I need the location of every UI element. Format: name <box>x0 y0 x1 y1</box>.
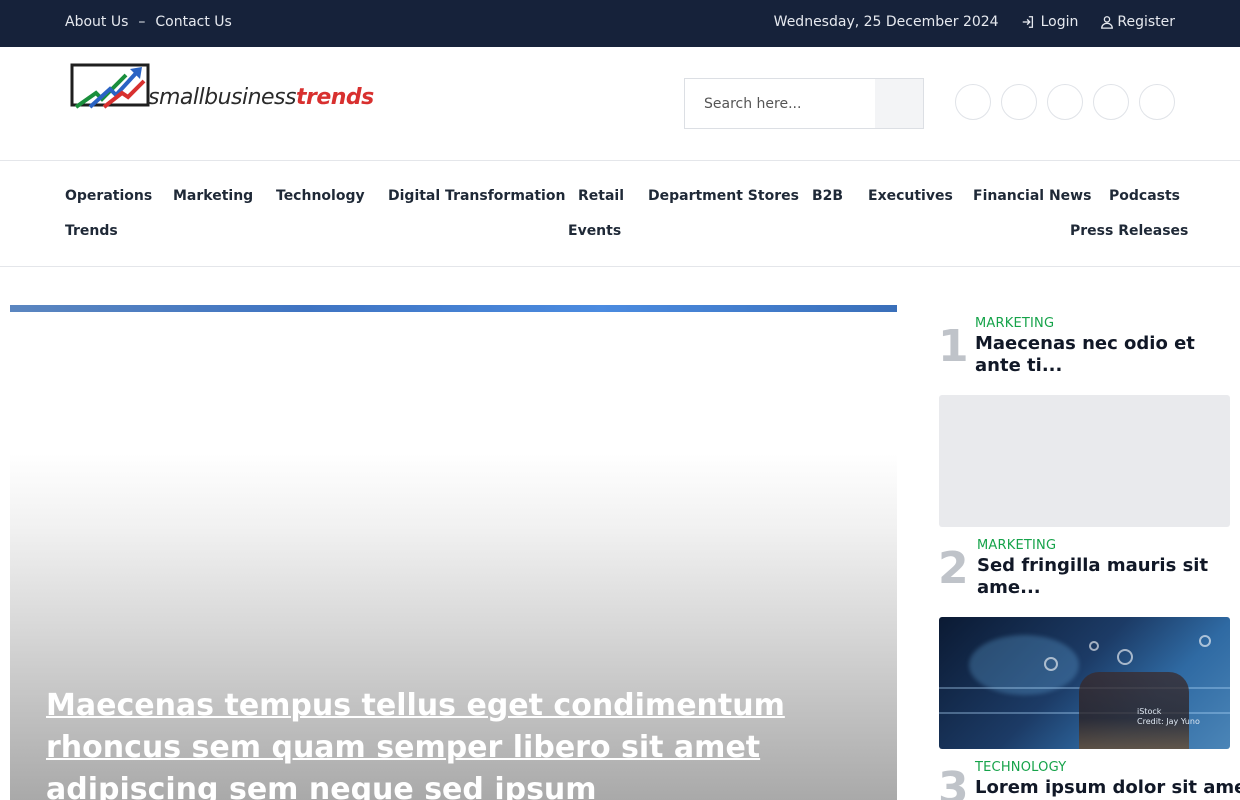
contact-us-link[interactable]: Contact Us <box>155 14 231 30</box>
youtube-icon[interactable] <box>1139 84 1175 120</box>
trending-title[interactable]: Sed fringilla mauris sit ame... <box>977 555 1230 599</box>
nav-item-technology[interactable]: Technology <box>276 188 365 204</box>
trending-category[interactable]: MARKETING <box>975 316 1054 331</box>
top-links: About Us – Contact Us <box>65 14 232 30</box>
trending-thumbnail[interactable]: iStock Credit: Jay Yuno <box>939 617 1230 749</box>
hero-article[interactable]: Maecenas tempus tellus eget condimentum … <box>10 305 897 800</box>
search-icon <box>892 96 907 112</box>
trending-item[interactable]: 2 MARKETING Sed fringilla mauris sit ame… <box>938 538 1230 610</box>
trending-title[interactable]: Lorem ipsum dolor sit amet <box>975 777 1240 799</box>
current-date: Wednesday, 25 December 2024 <box>773 14 999 30</box>
twitter-icon[interactable] <box>1001 84 1037 120</box>
trending-title[interactable]: Maecenas nec odio et ante ti... <box>975 333 1230 377</box>
hero-top-bar <box>10 305 897 312</box>
trending-category[interactable]: TECHNOLOGY <box>975 760 1066 775</box>
instagram-icon[interactable] <box>1047 84 1083 120</box>
login-icon <box>1022 16 1033 28</box>
login-label: Login <box>1040 14 1079 30</box>
top-bar: About Us – Contact Us Wednesday, 25 Dece… <box>0 0 1240 47</box>
register-link[interactable]: Register <box>1100 14 1175 30</box>
nav-item-financial-news[interactable]: Financial News <box>973 188 1091 204</box>
search-box <box>684 78 924 129</box>
search-input[interactable] <box>685 79 875 128</box>
nav-item-podcasts[interactable]: Podcasts <box>1109 188 1180 204</box>
nav-item-department-stores[interactable]: Department Stores <box>648 188 799 204</box>
user-icon <box>1101 16 1114 29</box>
logo-text: smallbusinesstrends <box>148 85 374 110</box>
site-header: smallbusinesstrends <box>0 47 1240 161</box>
nav-item-events[interactable]: Events <box>568 223 621 239</box>
nav-item-press-releases[interactable]: Press Releases <box>1070 223 1188 239</box>
about-us-link[interactable]: About Us <box>65 14 128 30</box>
site-logo[interactable]: smallbusinesstrends <box>70 63 390 113</box>
register-label: Register <box>1117 14 1175 30</box>
facebook-icon[interactable] <box>955 84 991 120</box>
top-link-separator: – <box>138 14 146 30</box>
nav-item-retail[interactable]: Retail <box>578 188 624 204</box>
nav-item-executives[interactable]: Executives <box>868 188 953 204</box>
trending-category[interactable]: MARKETING <box>977 538 1056 553</box>
image-credit: iStock Credit: Jay Yuno <box>1137 707 1200 726</box>
trending-item[interactable]: 1 MARKETING Maecenas nec odio et ante ti… <box>938 316 1230 388</box>
social-links <box>955 84 1175 120</box>
nav-item-trends[interactable]: Trends <box>65 223 118 239</box>
login-link[interactable]: Login <box>1021 14 1079 30</box>
main-nav: Operations Marketing Technology Digital … <box>0 161 1240 267</box>
nav-item-digital-transformation[interactable]: Digital Transformation <box>388 188 565 204</box>
top-right: Wednesday, 25 December 2024 Login Regist… <box>774 14 1175 30</box>
logo-mark-icon <box>70 63 150 109</box>
nav-item-operations[interactable]: Operations <box>65 188 152 204</box>
search-button[interactable] <box>875 79 923 128</box>
hero-title[interactable]: Maecenas tempus tellus eget condimentum … <box>46 685 806 800</box>
trending-item[interactable]: 3 TECHNOLOGY Lorem ipsum dolor sit amet <box>938 760 1240 800</box>
linkedin-icon[interactable] <box>1093 84 1129 120</box>
trending-number: 1 <box>938 321 969 372</box>
trending-number: 3 <box>938 763 969 800</box>
trending-number: 2 <box>938 543 969 594</box>
nav-item-b2b[interactable]: B2B <box>812 188 843 204</box>
nav-item-marketing[interactable]: Marketing <box>173 188 253 204</box>
trending-thumbnail[interactable] <box>939 395 1230 527</box>
